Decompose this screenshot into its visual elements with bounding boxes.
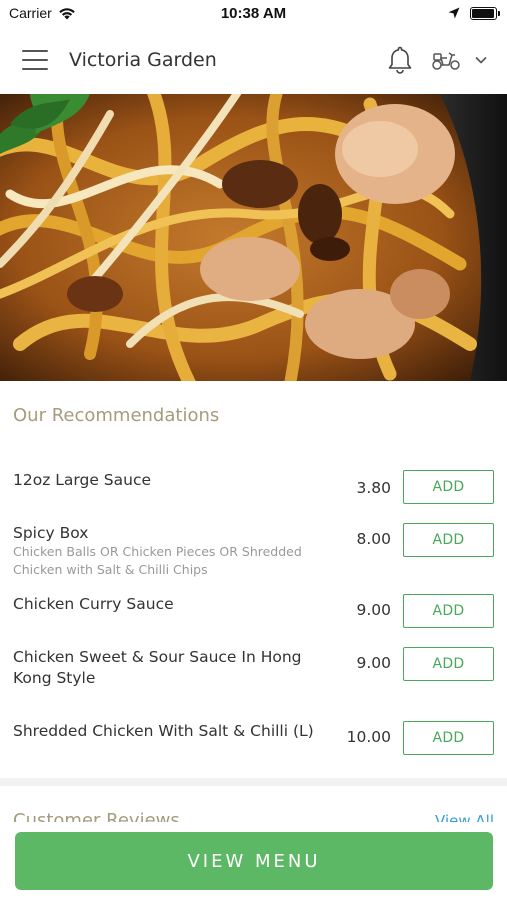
battery-fill [472, 8, 494, 18]
restaurant-name: Victoria Garden [69, 49, 217, 71]
bell-icon [388, 46, 412, 74]
view-menu-button[interactable]: VIEW MENU [15, 832, 493, 890]
add-button[interactable]: ADD [403, 647, 494, 681]
item-price: 9.00 [356, 601, 391, 619]
header-actions [387, 45, 487, 75]
notifications-button[interactable] [387, 45, 413, 75]
item-name: Spicy Box [13, 524, 89, 542]
item-price: 8.00 [356, 530, 391, 548]
noodle-dish-illustration [0, 94, 507, 381]
location-arrow-icon [448, 7, 460, 19]
status-right [448, 6, 500, 20]
item-name: Chicken Sweet & Sour Sauce In Hong Kong … [13, 648, 302, 687]
add-button[interactable]: ADD [403, 523, 494, 557]
item-price: 3.80 [356, 479, 391, 497]
wifi-icon [58, 7, 75, 19]
delivery-mode-selector[interactable] [431, 49, 487, 71]
add-button[interactable]: ADD [403, 470, 494, 504]
status-bar: Carrier 10:38 AM [0, 0, 507, 26]
carrier-label: Carrier [9, 5, 52, 21]
status-left: Carrier [9, 5, 76, 21]
add-button[interactable]: ADD [403, 594, 494, 628]
hero-food-image [0, 94, 507, 381]
battery-icon [470, 6, 500, 20]
menu-icon[interactable] [22, 50, 48, 70]
add-button[interactable]: ADD [403, 721, 494, 755]
item-name: Chicken Curry Sauce [13, 595, 174, 613]
item-description: Chicken Balls OR Chicken Pieces OR Shred… [13, 544, 302, 577]
item-name: 12oz Large Sauce [13, 471, 152, 489]
recommendations-title: Our Recommendations [13, 405, 220, 426]
app-header: Victoria Garden [0, 26, 507, 94]
item-name: Shredded Chicken With Salt & Chilli (L) [13, 722, 314, 740]
scooter-icon [432, 52, 460, 70]
item-price: 10.00 [346, 728, 391, 746]
recommendations-section: Our Recommendations 12oz Large Sauce 3.8… [0, 381, 507, 778]
chevron-down-icon [475, 56, 487, 64]
status-time: 10:38 AM [220, 4, 287, 22]
item-price: 9.00 [356, 654, 391, 672]
